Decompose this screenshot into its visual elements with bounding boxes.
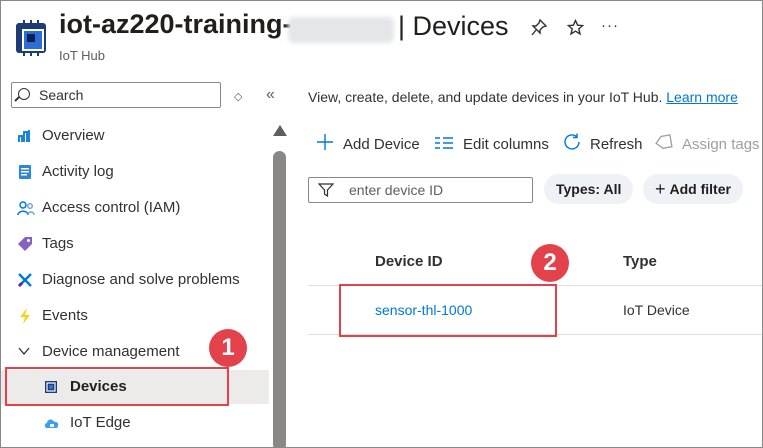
- expand-toggle-icon[interactable]: ◇: [234, 90, 242, 103]
- intro-text: View, create, delete, and update devices…: [308, 89, 738, 105]
- edit-columns-icon: [434, 134, 454, 155]
- search-icon: [18, 88, 30, 100]
- sidebar-search-input[interactable]: [39, 86, 217, 104]
- add-device-label: Add Device: [343, 135, 420, 153]
- edit-columns-label: Edit columns: [463, 135, 549, 153]
- activity-log-icon: [17, 164, 33, 180]
- resource-type-label: IoT Hub: [59, 48, 106, 63]
- chevron-down-icon: [17, 344, 33, 360]
- iot-hub-icon: [16, 23, 46, 53]
- column-header-device-id[interactable]: Device ID: [375, 253, 443, 270]
- sidebar-item-label: Overview: [42, 127, 105, 144]
- access-control-icon: [17, 200, 35, 216]
- scroll-up-arrow[interactable]: [273, 125, 287, 136]
- device-id-filter[interactable]: [308, 177, 533, 203]
- device-id-filter-input[interactable]: [349, 181, 529, 199]
- sidebar-item-events[interactable]: Events: [1, 299, 269, 333]
- sidebar-item-label: Tags: [42, 235, 74, 252]
- types-filter-pill[interactable]: Types: All: [544, 174, 634, 204]
- star-icon[interactable]: [566, 18, 585, 41]
- portal-frame: iot-az220-training- | Devices IoT Hub ··…: [0, 0, 763, 448]
- page-title-suffix: | Devices: [398, 11, 509, 41]
- redacted-hub-name: [288, 17, 394, 43]
- refresh-label: Refresh: [590, 135, 643, 153]
- sidebar-item-label: Events: [42, 307, 88, 324]
- edit-columns-button[interactable]: Edit columns: [434, 132, 549, 156]
- column-header-type[interactable]: Type: [623, 253, 657, 270]
- sidebar-item-activity-log[interactable]: Activity log: [1, 155, 269, 189]
- plus-icon: +: [655, 178, 666, 199]
- refresh-icon: [563, 133, 581, 156]
- cloud-icon: [43, 415, 59, 431]
- sidebar-item-label: Access control (IAM): [42, 199, 181, 216]
- sidebar-search[interactable]: [11, 82, 221, 108]
- add-filter-label: Add filter: [669, 181, 731, 197]
- highlight-devices-box: [5, 367, 229, 406]
- types-filter-label: Types: All: [556, 181, 622, 197]
- overview-icon: [17, 128, 33, 144]
- sidebar-item-label: IoT Edge: [70, 414, 131, 431]
- callout-badge-1: 1: [209, 329, 247, 367]
- filter-icon: [317, 183, 335, 202]
- sidebar-item-tags[interactable]: Tags: [1, 227, 269, 261]
- sidebar-item-iot-edge[interactable]: IoT Edge: [1, 406, 269, 440]
- page-title: iot-az220-training-: [59, 9, 292, 39]
- sidebar-item-overview[interactable]: Overview: [1, 119, 269, 153]
- intro-description: View, create, delete, and update devices…: [308, 89, 663, 105]
- more-icon[interactable]: ···: [601, 17, 619, 34]
- tag-icon: [17, 236, 33, 252]
- add-device-button[interactable]: Add Device: [316, 132, 420, 156]
- sidebar-item-label: Activity log: [42, 163, 114, 180]
- device-type-cell: IoT Device: [623, 302, 690, 318]
- plus-icon: [316, 133, 334, 156]
- lightning-icon: [17, 308, 33, 324]
- learn-more-link[interactable]: Learn more: [666, 89, 738, 105]
- wrench-icon: [17, 272, 33, 288]
- callout-badge-2: 2: [531, 244, 569, 282]
- assign-tags-label: Assign tags: [682, 135, 760, 153]
- sidebar-item-access-control[interactable]: Access control (IAM): [1, 191, 269, 225]
- pin-icon[interactable]: [531, 18, 548, 42]
- tag-outline-icon: [655, 133, 673, 155]
- collapse-sidebar-icon[interactable]: «: [266, 86, 275, 104]
- add-filter-button[interactable]: + Add filter: [643, 174, 743, 204]
- sidebar-scrollbar-thumb[interactable]: [273, 151, 286, 447]
- sidebar-item-diagnose[interactable]: Diagnose and solve problems: [1, 263, 269, 297]
- highlight-device-id-box: [339, 284, 557, 337]
- refresh-button[interactable]: Refresh: [563, 132, 643, 156]
- assign-tags-button[interactable]: Assign tags: [655, 132, 760, 156]
- sidebar-item-label: Device management: [42, 343, 180, 360]
- sidebar-item-label: Diagnose and solve problems: [42, 271, 240, 288]
